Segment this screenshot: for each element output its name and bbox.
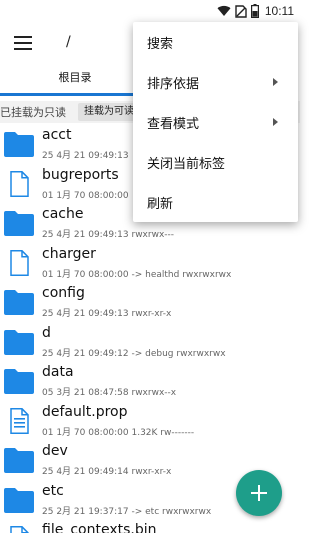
mount-writable-button[interactable]: 挂载为可读 xyxy=(78,103,140,121)
file-meta: 01 1月 70 08:00:00 1.32K rw------- xyxy=(42,427,195,438)
file-row[interactable]: config 25 4月 21 09:49:13 rwxr-xr-x xyxy=(0,282,300,322)
file-name: file_contexts.bin xyxy=(42,522,157,533)
add-fab-button[interactable] xyxy=(236,470,282,516)
folder-icon xyxy=(4,447,34,473)
file-icon xyxy=(4,170,34,197)
file-row[interactable]: charger 01 1月 70 08:00:00 -> healthd rwxr… xyxy=(0,243,300,283)
file-meta: 05 3月 21 08:47:58 rwxrwx--x xyxy=(42,388,177,398)
file-meta: 01 1月 70 08:00:00 -> healthd rwxrwxrwx xyxy=(42,269,232,280)
file-name: charger xyxy=(42,245,96,262)
submenu-arrow-icon xyxy=(273,78,278,86)
file-row[interactable]: default.prop 01 1月 70 08:00:00 1.32K rw--… xyxy=(0,401,300,441)
plus-icon xyxy=(251,485,267,501)
file-name: config xyxy=(42,285,85,301)
menu-item-sort-by[interactable]: 排序依据 xyxy=(133,62,298,102)
folder-icon xyxy=(4,289,34,315)
file-name: default.prop xyxy=(42,403,128,420)
overflow-menu: 搜索 排序依据 查看模式 关闭当前标签 刷新 xyxy=(133,22,298,222)
menu-item-label: 排序依据 xyxy=(147,77,200,92)
menu-item-label: 关闭当前标签 xyxy=(147,157,226,172)
menu-item-search[interactable]: 搜索 xyxy=(133,22,298,62)
tab-indicator xyxy=(0,93,150,96)
file-name: bugreports xyxy=(42,166,119,183)
tab-root-directory[interactable]: 根目录 xyxy=(0,66,150,96)
file-icon xyxy=(4,526,34,533)
menu-item-close-tab[interactable]: 关闭当前标签 xyxy=(133,142,298,182)
menu-item-label: 刷新 xyxy=(147,197,174,212)
mount-status-label: 已挂载为只读 xyxy=(0,106,66,119)
file-name: cache xyxy=(42,206,84,222)
no-sim-icon xyxy=(235,4,247,18)
battery-icon xyxy=(250,4,259,18)
file-meta: 25 4月 21 09:49:13 rwxrwx--- xyxy=(42,230,175,240)
file-meta: 25 4月 21 09:49:13 rwxr-xr-x xyxy=(42,309,172,319)
file-meta: 01 1月 70 08:00:00 xyxy=(42,190,129,201)
tab-label: 根目录 xyxy=(58,71,92,84)
file-row[interactable]: data 05 3月 21 08:47:58 rwxrwx--x xyxy=(0,361,300,401)
status-icons: 10:11 xyxy=(217,3,294,19)
status-bar: 10:11 xyxy=(0,0,300,22)
menu-item-refresh[interactable]: 刷新 xyxy=(133,182,298,222)
file-name: dev xyxy=(42,443,68,459)
folder-icon xyxy=(4,210,34,236)
folder-icon xyxy=(4,487,34,513)
folder-icon xyxy=(4,368,34,394)
clock: 10:11 xyxy=(264,4,294,18)
menu-item-label: 查看模式 xyxy=(147,117,200,132)
folder-icon xyxy=(4,131,34,157)
document-icon xyxy=(4,407,34,434)
current-path: / xyxy=(66,34,71,50)
folder-icon xyxy=(4,329,34,355)
file-row[interactable]: file_contexts.bin xyxy=(0,519,300,533)
file-meta: 25 2月 21 19:37:17 -> etc rwxrwxrwx xyxy=(42,506,212,517)
file-meta: 25 4月 21 09:49:12 -> debug rwxrwxrwx xyxy=(42,348,226,359)
file-meta: 25 4月 21 09:49:13 xyxy=(42,151,129,161)
file-name: data xyxy=(42,364,74,380)
file-icon xyxy=(4,249,34,276)
file-name: d xyxy=(42,324,51,341)
menu-item-label: 搜索 xyxy=(147,37,174,52)
menu-item-view-mode[interactable]: 查看模式 xyxy=(133,102,298,142)
file-row[interactable]: d 25 4月 21 09:49:12 -> debug rwxrwxrwx xyxy=(0,322,300,362)
file-meta: 25 4月 21 09:49:14 rwxr-xr-x xyxy=(42,467,172,477)
submenu-arrow-icon xyxy=(273,118,278,126)
file-name: etc xyxy=(42,482,64,499)
hamburger-menu-icon[interactable] xyxy=(14,36,32,50)
wifi-icon xyxy=(217,5,231,16)
file-name: acct xyxy=(42,127,72,143)
